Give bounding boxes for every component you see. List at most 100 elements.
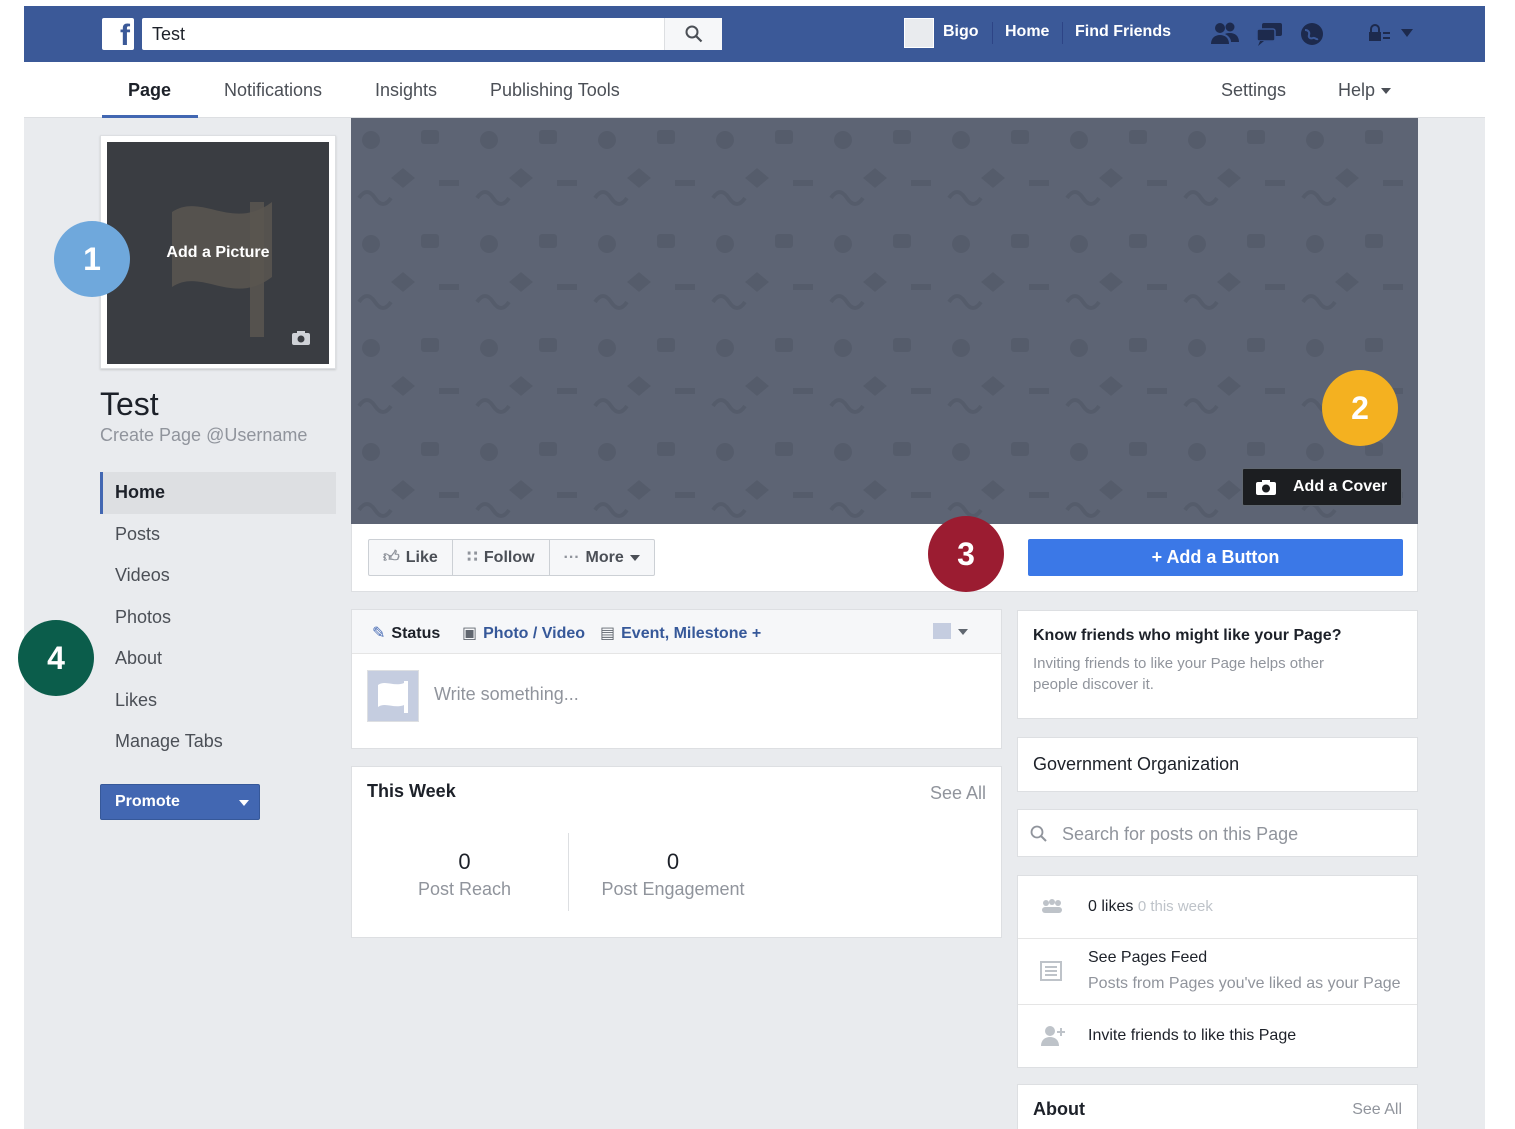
profile-picture[interactable]: Add a Picture — [107, 142, 329, 364]
invite-card-body: Inviting friends to like your Page helps… — [1033, 655, 1324, 693]
page-avatar — [367, 670, 419, 722]
thumbs-up-icon: 👍︎ — [383, 549, 400, 566]
marker-1: 1 — [54, 221, 130, 297]
invite-friends-row[interactable]: Invite friends to like this Page — [1018, 1005, 1417, 1069]
like-label: Like — [405, 549, 438, 566]
like-button[interactable]: 👍︎ Like — [369, 540, 453, 575]
cover-pattern — [351, 118, 1418, 524]
image-dropdown-icon[interactable] — [932, 622, 972, 642]
post-engagement-stat: 0 Post Engagement — [588, 849, 758, 900]
marker-3: 3 — [928, 516, 1004, 592]
event-label: Event, Milestone + — [621, 625, 762, 642]
likes-count-text: 0 likes — [1088, 898, 1134, 915]
plus-icon: + — [1151, 547, 1163, 567]
divider — [992, 22, 993, 44]
privacy-lock-icon[interactable] — [1366, 20, 1392, 48]
help-caret-icon — [1381, 88, 1392, 95]
messages-icon[interactable] — [1254, 20, 1286, 48]
leftnav-item-home[interactable]: Home — [100, 472, 336, 514]
cover-photo-area[interactable]: Add a Cover — [351, 118, 1418, 524]
global-search-input[interactable]: Test — [142, 18, 722, 50]
friends-icon[interactable] — [1209, 20, 1241, 48]
composer-tabs: ✎ Status ▣ Photo / Video ▤ Event, Milestone… — [352, 610, 1001, 654]
page-category[interactable]: Government Organization — [1033, 754, 1239, 775]
leftnav-item-photos[interactable]: Photos — [100, 597, 336, 639]
search-button[interactable] — [664, 18, 722, 50]
leftnav-item-videos[interactable]: Videos — [100, 555, 336, 597]
composer-input[interactable]: Write something... — [434, 684, 579, 705]
add-picture-label: Add a Picture — [166, 244, 270, 261]
home-link[interactable]: Home — [1005, 23, 1049, 41]
category-card: Government Organization — [1017, 737, 1418, 792]
tab-publishing-tools[interactable]: Publishing Tools — [490, 80, 620, 101]
find-friends-link[interactable]: Find Friends — [1075, 23, 1171, 41]
marker-2: 2 — [1322, 370, 1398, 446]
tab-insights[interactable]: Insights — [375, 80, 437, 101]
this-week-title: This Week — [367, 781, 456, 801]
composer-tab-event[interactable]: ▤ Event, Milestone + — [600, 623, 761, 643]
rss-follow-icon: ∷ — [466, 549, 478, 566]
more-button[interactable]: ··· More — [550, 540, 654, 575]
help-label: Help — [1338, 80, 1376, 100]
post-engagement-label: Post Engagement — [601, 879, 745, 899]
promote-button[interactable]: Promote — [100, 784, 260, 820]
tab-help[interactable]: Help — [1338, 80, 1392, 101]
top-navigation-bar: f Test Bigo Home Find Friends — [24, 6, 1485, 62]
profile-picture-frame[interactable]: Add a Picture — [100, 135, 336, 369]
camera-icon[interactable] — [291, 330, 311, 346]
stat-divider — [568, 833, 569, 911]
composer-tab-status[interactable]: ✎ Status — [372, 623, 440, 643]
post-composer: ✎ Status ▣ Photo / Video ▤ Event, Milestone… — [351, 609, 1002, 749]
follow-button[interactable]: ∷ Follow — [453, 540, 550, 575]
add-cover-button[interactable]: Add a Cover — [1242, 468, 1402, 506]
composer-tab-photo-video[interactable]: ▣ Photo / Video — [462, 623, 585, 643]
post-reach-value: 0 — [458, 849, 471, 874]
invite-card-title: Know friends who might like your Page? — [1033, 627, 1342, 644]
post-reach-label: Post Reach — [417, 879, 512, 899]
search-posts-input[interactable]: Search for posts on this Page — [1062, 824, 1298, 845]
leftnav-item-posts[interactable]: Posts — [100, 514, 336, 556]
facebook-logo-icon[interactable]: f — [102, 18, 134, 52]
divider — [1062, 22, 1063, 44]
flag-placeholder-icon — [172, 202, 272, 337]
add-friend-icon — [1041, 1026, 1065, 1046]
pages-feed-title: See Pages Feed — [1088, 949, 1208, 966]
add-a-button[interactable]: + Add a Button — [1028, 539, 1403, 576]
camera-icon: ▣ — [462, 625, 478, 642]
about-card: About See All — [1017, 1084, 1418, 1129]
leftnav-item-manage-tabs[interactable]: Manage Tabs — [100, 721, 336, 763]
pages-feed-subtitle: Posts from Pages you've liked as your Pa… — [1088, 975, 1401, 992]
search-posts-box[interactable]: Search for posts on this Page — [1017, 809, 1418, 857]
leftnav-item-about[interactable]: About — [100, 638, 336, 680]
notifications-globe-icon[interactable] — [1298, 20, 1326, 48]
tab-notifications[interactable]: Notifications — [224, 80, 322, 101]
camera-icon — [1256, 480, 1276, 495]
page-title: Test — [100, 386, 159, 422]
this-week-card: This Week See All 0 Post Reach 0 Post En… — [351, 766, 1002, 938]
invite-friends-card[interactable]: Know friends who might like your Page? I… — [1017, 610, 1418, 719]
more-label: More — [585, 549, 624, 566]
this-week-see-all-link[interactable]: See All — [930, 783, 986, 804]
dropdown-caret-icon[interactable] — [1400, 28, 1414, 38]
photo-video-label: Photo / Video — [483, 625, 586, 642]
search-icon — [685, 25, 703, 43]
page-tab-bar: Page Notifications Insights Publishing T… — [24, 62, 1485, 118]
flag-placeholder-icon — [378, 681, 408, 713]
more-caret-icon — [629, 554, 640, 561]
tab-page[interactable]: Page — [128, 80, 171, 101]
leftnav-item-likes[interactable]: Likes — [100, 680, 336, 722]
user-avatar[interactable] — [904, 18, 934, 48]
create-username-link[interactable]: Create Page @Username — [100, 425, 307, 446]
about-see-all-link[interactable]: See All — [1352, 1101, 1402, 1119]
likes-row[interactable]: 0 likes 0 this week — [1018, 876, 1417, 939]
profile-link[interactable]: Bigo — [943, 23, 979, 41]
promote-caret-icon[interactable] — [239, 800, 249, 806]
calendar-icon: ▤ — [600, 625, 616, 642]
people-icon — [1042, 899, 1062, 913]
tab-settings[interactable]: Settings — [1221, 80, 1286, 101]
page-action-bar: 👍︎ Like ∷ Follow ··· More + Add a Button — [351, 524, 1418, 592]
follow-label: Follow — [483, 549, 535, 566]
add-cover-label: Add a Cover — [1293, 478, 1388, 495]
pages-feed-row[interactable]: See Pages Feed Posts from Pages you've l… — [1018, 939, 1417, 1005]
page-action-buttons: 👍︎ Like ∷ Follow ··· More — [368, 539, 655, 576]
